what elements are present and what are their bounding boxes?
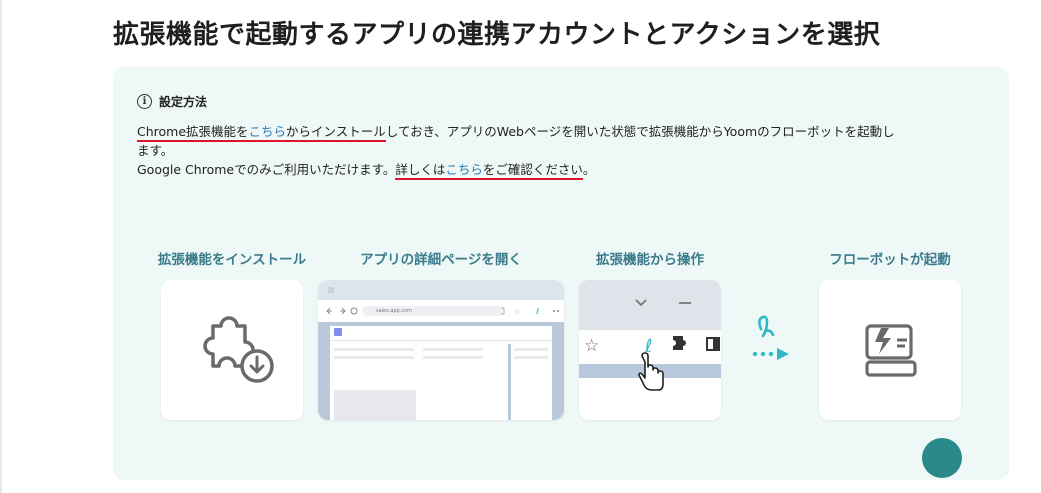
- details-link[interactable]: こちら: [445, 162, 483, 177]
- step-title-install: 拡張機能をインストール: [157, 252, 307, 268]
- details-text-suffix: をご確認ください: [482, 162, 583, 177]
- details-text-prefix: 詳しくは: [395, 162, 446, 177]
- flowbot-launch-icon: [865, 324, 917, 377]
- browser-page-icon: ☆ ℓ: [318, 280, 564, 420]
- step-card-open-page: ☆ ℓ sales.app.com: [318, 280, 564, 420]
- url-bar: sales.app.com: [362, 306, 502, 316]
- details-text-end: 。: [582, 162, 596, 177]
- page-title: 拡張機能で起動するアプリの連携アカウントとアクションを選択: [113, 20, 881, 50]
- info-icon: i: [137, 94, 152, 109]
- step-card-operate: ☆ ℓ: [579, 280, 721, 420]
- svg-text:☆: ☆: [514, 308, 520, 316]
- yoom-arrow-icon: [752, 315, 789, 360]
- step-title-launch: フローボットが起動: [829, 252, 951, 268]
- description-line-1-rest: しておき、アプリのWebページを開いた状態で拡張機能からYoomのフローボットを…: [385, 124, 895, 139]
- install-link[interactable]: こちら: [249, 124, 287, 139]
- details-highlight: 詳しくはこちらをご確認ください: [395, 162, 583, 180]
- info-header: i 設定方法: [137, 93, 207, 110]
- description-line-3: Google Chromeでのみご利用いただけます。詳しくはこちらをご確認くださ…: [137, 160, 987, 180]
- setup-description: Chrome拡張機能をこちらからインストールしておき、アプリのWebページを開い…: [137, 122, 987, 180]
- chrome-only-text: Google Chromeでのみご利用いただけます。: [137, 162, 396, 177]
- left-border: [0, 0, 2, 493]
- info-title: 設定方法: [159, 95, 208, 109]
- description-line-1: Chrome拡張機能をこちらからインストールしておき、アプリのWebページを開い…: [137, 122, 987, 142]
- step-card-install: [161, 280, 303, 420]
- description-line-2: ます。: [137, 143, 174, 158]
- step-title-operate: 拡張機能から操作: [596, 252, 704, 268]
- svg-text:ℓ: ℓ: [535, 307, 539, 316]
- install-text-suffix: からインストール: [286, 124, 386, 139]
- svg-text:☆: ☆: [584, 336, 599, 356]
- puzzle-download-icon: [203, 316, 274, 383]
- extension-toolbar-icon: ☆ ℓ: [579, 280, 721, 391]
- chat-support-button[interactable]: [922, 438, 962, 478]
- step-title-open-page: アプリの詳細ページを開く: [360, 252, 522, 268]
- install-highlight: Chrome拡張機能をこちらからインストール: [137, 124, 386, 142]
- setup-panel: i 設定方法 Chrome拡張機能をこちらからインストールしておき、アプリのWe…: [113, 67, 1009, 480]
- install-text-prefix: Chrome拡張機能を: [137, 124, 249, 139]
- step-card-launch: [819, 280, 961, 420]
